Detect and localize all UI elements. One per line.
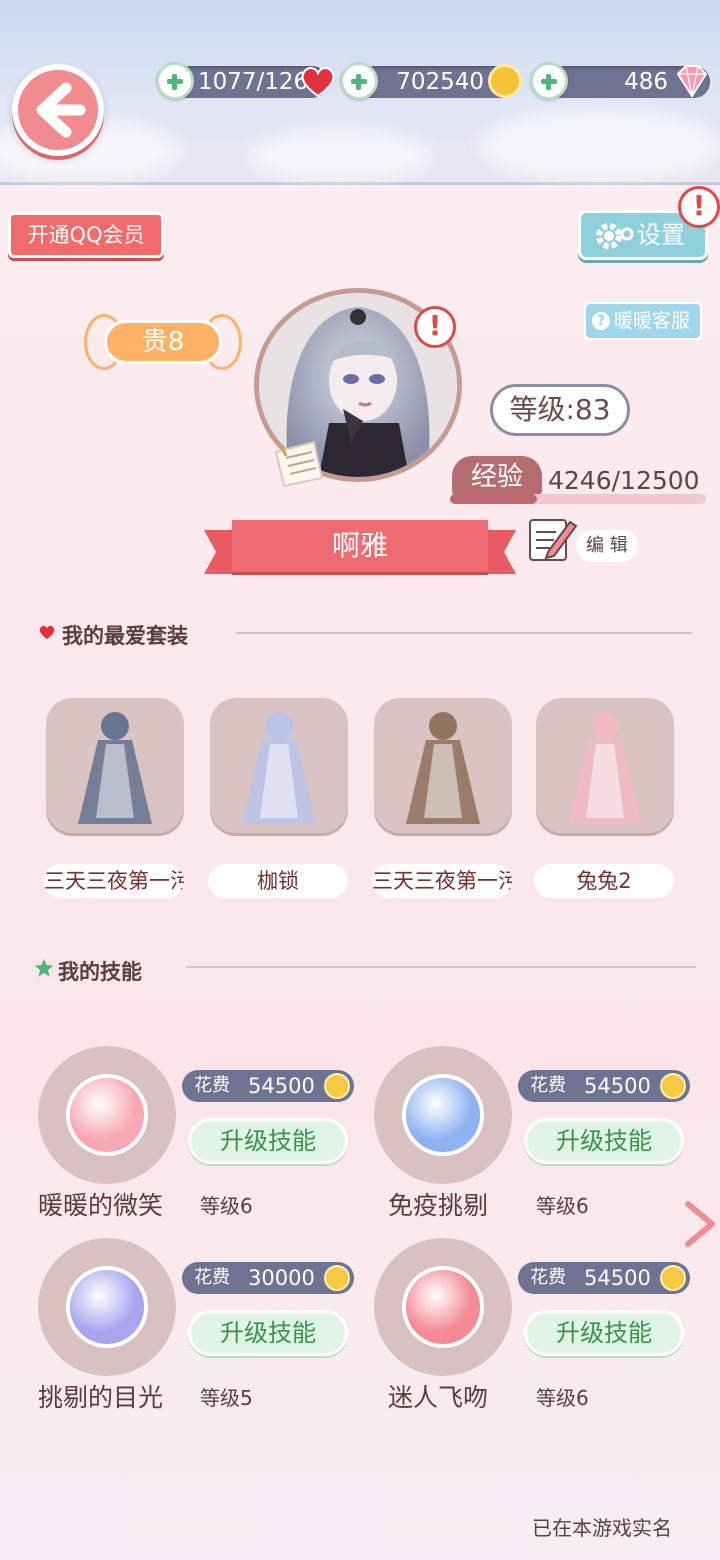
cost-label: 花费 [194,1267,230,1288]
customer-service-label: 暖暖客服 [614,310,691,332]
coin-icon [660,1265,686,1291]
cost-label: 花费 [194,1075,230,1096]
heart-icon [301,67,335,98]
back-button[interactable] [12,64,104,156]
cost-value: 54500 [248,1074,315,1098]
cost-value: 54500 [584,1074,651,1098]
diamond-icon [676,65,708,98]
letter-icon [269,434,324,488]
add-diamonds-button[interactable] [530,62,568,100]
gear-icon [596,223,634,249]
outfit-name: 三天三夜第一污 [372,864,512,898]
skill-orb-icon [70,1078,144,1152]
exp-value: 4246/12500 [548,466,700,495]
skill-icon-button[interactable] [374,1046,512,1184]
customer-service-button[interactable]: ? 暖暖客服 [584,302,702,340]
skill-orb-icon [406,1270,480,1344]
coin-icon [488,64,522,98]
skill-cost: 花费 30000 [182,1262,354,1294]
outfit-name: 兔兔2 [534,864,674,898]
skill-level: 等级6 [536,1194,589,1218]
upgrade-skill-button[interactable]: 升级技能 [188,1310,348,1356]
coin-icon [660,1073,686,1099]
skills-title: 我的技能 [58,960,142,984]
upgrade-skill-button[interactable]: 升级技能 [524,1118,684,1164]
outfit-figure [242,712,316,824]
skill-icon-button[interactable] [38,1238,176,1376]
add-coins-button[interactable] [340,62,378,100]
skill-icon-button[interactable] [38,1046,176,1184]
upgrade-label: 升级技能 [220,1127,316,1155]
cost-label: 花费 [530,1075,566,1096]
player-name: 啊雅 [232,520,488,572]
skill-level: 等级5 [200,1386,253,1410]
heart-small-icon [39,625,55,640]
outfit-card[interactable] [374,698,512,836]
skill-icon-button[interactable] [374,1238,512,1376]
cost-label: 花费 [530,1267,566,1288]
outfit-figure [406,712,480,824]
upgrade-skill-button[interactable]: 升级技能 [524,1310,684,1356]
outfit-figure [78,712,152,824]
skill-level: 等级6 [536,1386,589,1410]
coin-icon [324,1265,350,1291]
skill-name: 免疫挑剔 [388,1191,489,1220]
skills-divider [186,966,696,968]
cost-value: 30000 [248,1266,315,1290]
outfit-card[interactable] [46,698,184,836]
arrow-left-icon [36,82,86,138]
skill-name: 迷人飞吻 [388,1383,489,1412]
skill-name: 暖暖的微笑 [38,1191,164,1220]
skill-cost: 花费 54500 [518,1070,690,1102]
realname-status: 已在本游戏实名 [532,1516,672,1540]
favorites-divider [236,632,692,634]
cost-value: 54500 [584,1266,651,1290]
qq-vip-button[interactable]: 开通QQ会员 [8,212,164,258]
exp-progress-fill [450,494,538,504]
exp-progress-bar [450,494,706,504]
outfit-name: 三天三夜第一污 [44,864,184,898]
outfit-figure [568,712,642,824]
vip-badge[interactable]: 贵8 [104,320,222,364]
upgrade-label: 升级技能 [556,1127,652,1155]
help-icon: ? [592,312,610,330]
skill-name: 挑剔的目光 [38,1383,164,1412]
edit-icon[interactable] [526,512,578,564]
next-page-arrow-icon[interactable] [680,1198,720,1250]
coin-value: 702540 [396,69,484,95]
star-icon [35,959,53,977]
avatar-alert-icon: ! [414,306,456,348]
skill-cost: 花费 54500 [518,1262,690,1294]
skill-orb-icon [70,1270,144,1344]
add-stamina-button[interactable] [156,62,194,100]
exp-label: 经验 [452,456,542,498]
settings-alert-icon: ! [678,186,720,228]
player-level: 等级:83 [490,384,630,436]
skill-cost: 花费 54500 [182,1070,354,1102]
edit-button[interactable]: 编 辑 [576,530,638,562]
stamina-value: 1077/126 [198,69,309,95]
upgrade-label: 升级技能 [220,1319,316,1347]
skill-level: 等级6 [200,1194,253,1218]
outfit-name: 枷锁 [208,864,348,898]
upgrade-skill-button[interactable]: 升级技能 [188,1118,348,1164]
favorites-title: 我的最爱套装 [62,624,188,648]
outfit-card[interactable] [536,698,674,836]
upgrade-label: 升级技能 [556,1319,652,1347]
diamond-value: 486 [624,69,668,95]
coin-icon [324,1073,350,1099]
skill-orb-icon [406,1078,480,1152]
settings-label: 设置 [637,221,685,249]
outfit-card[interactable] [210,698,348,836]
